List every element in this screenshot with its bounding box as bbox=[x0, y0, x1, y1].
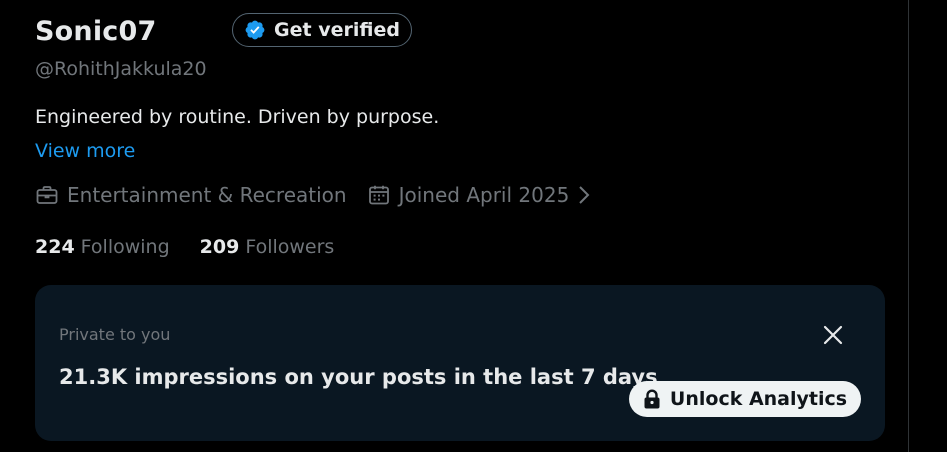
get-verified-button[interactable]: Get verified bbox=[232, 13, 412, 47]
category-label: Entertainment & Recreation bbox=[67, 183, 347, 207]
followers-count: 209 bbox=[199, 236, 240, 258]
following-count: 224 bbox=[35, 236, 75, 258]
analytics-card: Private to you 21.3K impressions on your… bbox=[35, 285, 885, 441]
following-link[interactable]: 224 Following bbox=[35, 233, 170, 261]
profile-handle: @RohithJakkula20 bbox=[35, 58, 207, 80]
followers-label: Followers bbox=[245, 236, 335, 258]
briefcase-icon bbox=[35, 183, 59, 207]
profile-joined[interactable]: Joined April 2025 bbox=[367, 183, 592, 207]
get-verified-label: Get verified bbox=[274, 19, 400, 41]
column-divider bbox=[908, 0, 909, 452]
close-analytics-button[interactable] bbox=[821, 323, 845, 347]
follow-stats: 224 Following 209 Followers bbox=[35, 233, 334, 261]
following-label: Following bbox=[80, 236, 170, 258]
unlock-analytics-button[interactable]: Unlock Analytics bbox=[629, 381, 861, 417]
verified-badge-icon bbox=[244, 19, 266, 41]
profile-meta-row: Entertainment & Recreation Joined April … bbox=[35, 180, 591, 210]
impressions-summary: 21.3K impressions on your posts in the l… bbox=[59, 365, 658, 389]
unlock-analytics-label: Unlock Analytics bbox=[669, 388, 848, 410]
followers-link[interactable]: 209 Followers bbox=[200, 233, 335, 261]
private-label: Private to you bbox=[59, 325, 171, 344]
profile-bio: Engineered by routine. Driven by purpose… bbox=[35, 106, 440, 128]
joined-label: Joined April 2025 bbox=[398, 183, 570, 207]
close-icon bbox=[821, 323, 845, 347]
profile-category: Entertainment & Recreation bbox=[35, 183, 347, 207]
lock-icon bbox=[643, 389, 661, 409]
calendar-icon bbox=[367, 183, 391, 207]
profile-display-name: Sonic07 bbox=[35, 16, 157, 47]
view-more-link[interactable]: View more bbox=[35, 137, 135, 165]
chevron-right-icon bbox=[577, 184, 591, 206]
